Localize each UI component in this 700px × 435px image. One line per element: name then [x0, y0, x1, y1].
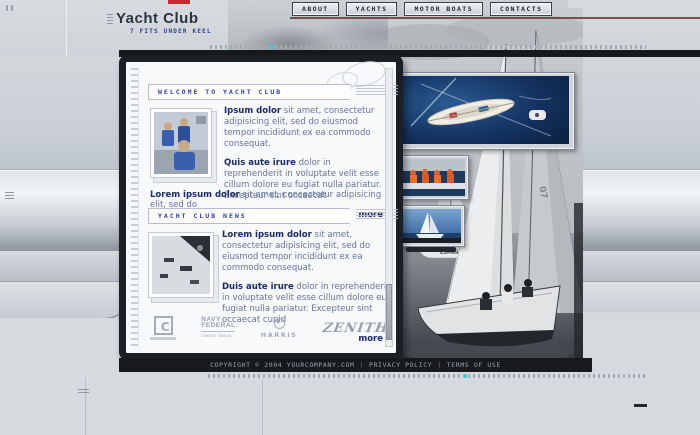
corner-dots [6, 5, 16, 11]
bottom-dotted-divider [208, 374, 648, 378]
footer-bar: COPYRIGHT © 2004 YOURCOMPANY.COM | PRIVA… [119, 358, 592, 372]
bg-band-curved [0, 282, 136, 320]
ruler-mark-right [634, 404, 647, 407]
top-dotted-divider [210, 45, 646, 49]
nav-button-yachts[interactable]: YACHTS [346, 2, 398, 16]
sponsor-logo-chubb[interactable]: C [150, 316, 176, 340]
site-logo[interactable]: Yacht Club 7 FITS UNDER KEEL [116, 11, 286, 35]
news-section-header: YACHT CLUB NEWS [148, 208, 350, 224]
news-paragraph-1: Lorem ipsum dolor sit amet, consectetur … [222, 230, 390, 274]
logo-title: Yacht Club [116, 11, 286, 27]
bg-band-right [583, 282, 700, 312]
framed-photo-aerial-yacht[interactable] [397, 72, 575, 150]
welcome-section-header: WELCOME TO YACHT CLUB [148, 84, 350, 100]
cyan-dot [270, 45, 273, 49]
harris-circle-icon: ✚ [274, 318, 285, 329]
framed-photo-crew[interactable] [397, 155, 469, 200]
nav-button-contacts[interactable]: CONTACTS [490, 2, 553, 16]
news-thumbnail-deck[interactable] [148, 232, 214, 298]
logo-tick-marks [107, 14, 113, 24]
panel-seam [85, 378, 86, 435]
panel-scrollbar-handle[interactable] [386, 284, 392, 340]
nav-button-about[interactable]: ABOUT [292, 2, 339, 16]
yacht-club-page: ESPAÑA UKR 07 [0, 0, 700, 435]
panel-seam [66, 0, 67, 57]
panel-scrollbar-track[interactable] [385, 68, 393, 347]
welcome-heading: WELCOME TO YACHT CLUB [158, 88, 282, 96]
welcome-footnote: Lorem ipsum dolor sit amet, consectetur … [150, 190, 394, 210]
welcome-thumbnail-crew[interactable] [150, 108, 212, 178]
chubb-wordmark-bar [150, 337, 176, 340]
sponsor-logos-row: C NAVY FEDERAL CREDIT UNION ✚ HARRIS ZEN… [150, 309, 388, 347]
photo-stand [406, 247, 456, 252]
main-nav: ABOUT YACHTS MOTOR BOATS CONTACTS [292, 2, 552, 16]
sponsor-logo-harris[interactable]: ✚ HARRIS [261, 318, 298, 339]
nav-underline [290, 17, 700, 19]
chubb-square-icon: C [154, 316, 173, 335]
logo-tagline: 7 FITS UNDER KEEL [116, 28, 286, 35]
panel-seam [262, 380, 263, 435]
sponsor-logo-zenith[interactable]: ZENITH [321, 321, 389, 336]
ruler-mark-bottom [78, 389, 89, 393]
footer-terms-link[interactable]: TERMS OF USE [447, 361, 501, 369]
footer-copyright: COPYRIGHT © 2004 YOURCOMPANY.COM [210, 361, 354, 369]
sponsor-logo-navy-federal[interactable]: NAVY FEDERAL CREDIT UNION [201, 317, 235, 340]
footer-privacy-link[interactable]: PRIVACY POLICY [369, 361, 432, 369]
red-accent-tab [168, 0, 190, 4]
ruler-mark-left [5, 192, 14, 199]
framed-photo-sailboat[interactable] [397, 205, 465, 247]
content-panel: WELCOME TO YACHT CLUB Ipsum dolor sit am… [119, 55, 403, 360]
news-heading: YACHT CLUB NEWS [158, 212, 247, 220]
nav-button-motor-boats[interactable]: MOTOR BOATS [404, 2, 482, 16]
perforation-strip [131, 68, 139, 347]
welcome-paragraph-1: Ipsum dolor sit amet, consectetur adipis… [224, 106, 390, 150]
cyan-dot [464, 374, 467, 378]
